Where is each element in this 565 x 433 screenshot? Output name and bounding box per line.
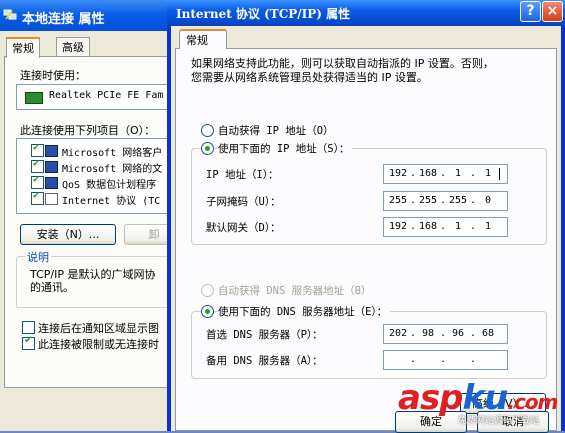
description-line-1: 如果网络支持此功能，则可以获取自动指派的 IP 设置。否则，	[191, 57, 494, 70]
network-service-icon	[45, 161, 58, 173]
local-connection-properties-window: 本地连接 属性 常规 高级 连接时使用： Realtek PCIe FE Fam…	[0, 0, 188, 431]
ip-octet: 1	[484, 168, 492, 179]
ip-auto-label[interactable]: 自动获得 IP 地址（O）	[218, 123, 334, 138]
ip-octet: 98	[421, 328, 435, 339]
subnet-mask-field[interactable]: 255. 255. 255. 0	[383, 191, 508, 211]
text-cursor	[499, 168, 500, 180]
ip-octet: 168	[418, 221, 438, 232]
ip-octet: 1	[484, 221, 492, 232]
tab-general[interactable]: 常规	[179, 29, 227, 49]
default-gateway-field[interactable]: 192. 168. 1. 1	[383, 217, 508, 237]
dns-auto-radio[interactable]	[201, 284, 214, 297]
ip-octet: 255	[418, 195, 438, 206]
ip-auto-radio[interactable]	[201, 124, 214, 137]
protocol-icon	[45, 193, 58, 205]
components-label: 此连接使用下列项目（O）：	[20, 124, 156, 137]
connect-using-label: 连接时使用：	[20, 69, 86, 82]
bg-window-title: 本地连接 属性	[22, 12, 105, 27]
help-button[interactable]: ?	[520, 1, 541, 22]
ip-octet: 68	[481, 328, 495, 339]
dns-auto-label[interactable]: 自动获得 DNS 服务器地址（B）	[218, 283, 371, 298]
watermark-part: asp	[398, 378, 464, 418]
ip-octet: 0	[484, 195, 492, 206]
ip-octet: 192	[388, 221, 408, 232]
adapter-name: Realtek PCIe FE Fam	[49, 90, 164, 101]
description-text: 如果网络支持此功能，则可以获取自动指派的 IP 设置。否则， 您需要从网络系统管…	[191, 57, 541, 85]
ip-dot: .	[410, 354, 417, 365]
description-line-2: 您需要从网络系统管理员处获得适当的 IP 设置。	[191, 71, 428, 84]
general-panel: 如果网络支持此功能，则可以获取自动指派的 IP 设置。否则， 您需要从网络系统管…	[175, 48, 557, 431]
ip-address-field[interactable]: 192. 168. 1. 1	[383, 164, 508, 184]
ip-dot: .	[470, 354, 477, 365]
ip-octet: 255	[388, 195, 408, 206]
description-group-title: 说明	[25, 249, 51, 265]
default-gateway-label: 默认网关（D）：	[206, 222, 281, 234]
alternate-dns-field[interactable]: . . .	[383, 350, 508, 370]
ip-dot: .	[440, 354, 447, 365]
adapter-box: Realtek PCIe FE Fam	[16, 84, 178, 110]
component-label: Internet 协议 (TC	[62, 196, 161, 207]
ip-octet: 96	[451, 328, 465, 339]
alternate-dns-label: 备用 DNS 服务器（A）：	[206, 355, 323, 367]
ip-manual-radio[interactable]	[201, 142, 214, 155]
notify-limited-label: 此连接被限制或无连接时	[38, 338, 159, 351]
network-card-icon	[25, 92, 43, 104]
bg-title-bar[interactable]: 本地连接 属性	[0, 0, 170, 31]
watermark-part: ku	[462, 378, 509, 418]
preferred-dns-field[interactable]: 202. 98. 96. 68	[383, 324, 508, 344]
ip-octet: 1	[454, 168, 462, 179]
component-checkbox[interactable]	[31, 174, 44, 189]
component-checkbox[interactable]	[31, 190, 44, 205]
window-title: Internet 协议 (TCP/IP) 属性	[176, 7, 351, 21]
watermark-part: .com	[507, 390, 558, 414]
notify-icon-checkbox[interactable]	[22, 321, 35, 334]
preferred-dns-label: 首选 DNS 服务器（P）：	[206, 329, 323, 341]
tcpip-properties-window: Internet 协议 (TCP/IP) 属性 ? × 常规 如果网络支持此功能…	[167, 0, 565, 433]
description-line-2: 的通讯。	[30, 281, 74, 294]
component-label: QoS 数据包计划程序	[62, 180, 157, 191]
ip-address-label: IP 地址（I）：	[206, 169, 279, 181]
close-button[interactable]: ×	[542, 1, 563, 22]
bg-tab-general[interactable]: 常规	[6, 37, 40, 58]
ip-octet: 192	[388, 168, 408, 179]
ip-octet: 1	[454, 221, 462, 232]
bg-tab-advanced[interactable]: 高级	[56, 37, 90, 57]
dns-manual-label[interactable]: 使用下面的 DNS 服务器地址（E）：	[218, 304, 391, 319]
ip-octet: 168	[418, 168, 438, 179]
network-client-icon	[45, 145, 58, 157]
ip-manual-label[interactable]: 使用下面的 IP 地址（S）：	[218, 141, 353, 156]
qos-icon	[45, 177, 58, 189]
install-button[interactable]: 安装（N）...	[20, 224, 116, 245]
watermark-subtitle: 免费网站源码下载站	[458, 416, 540, 426]
ip-octet: 255	[448, 195, 468, 206]
notify-icon-label: 连接后在通知区域显示图	[38, 322, 159, 335]
dialog-client: 常规 如果网络支持此功能，则可以获取自动指派的 IP 设置。否则， 您需要从网络…	[171, 26, 561, 431]
notify-limited-checkbox[interactable]	[22, 335, 35, 350]
components-list[interactable]: Microsoft 网络客户 Microsoft 网络的文 QoS 数据包计划程…	[16, 138, 178, 214]
dns-manual-radio[interactable]	[201, 305, 214, 318]
watermark-logo: aspku.com	[398, 378, 558, 418]
ip-octet: 202	[388, 328, 408, 339]
title-bar[interactable]: Internet 协议 (TCP/IP) 属性 ? ×	[167, 0, 565, 26]
subnet-mask-label: 子网掩码（U）：	[206, 196, 281, 208]
network-connection-icon	[3, 9, 17, 20]
component-checkbox[interactable]	[31, 158, 44, 173]
component-label: Microsoft 网络客户	[62, 148, 163, 159]
component-checkbox[interactable]	[31, 142, 44, 157]
component-label: Microsoft 网络的文	[62, 164, 163, 175]
